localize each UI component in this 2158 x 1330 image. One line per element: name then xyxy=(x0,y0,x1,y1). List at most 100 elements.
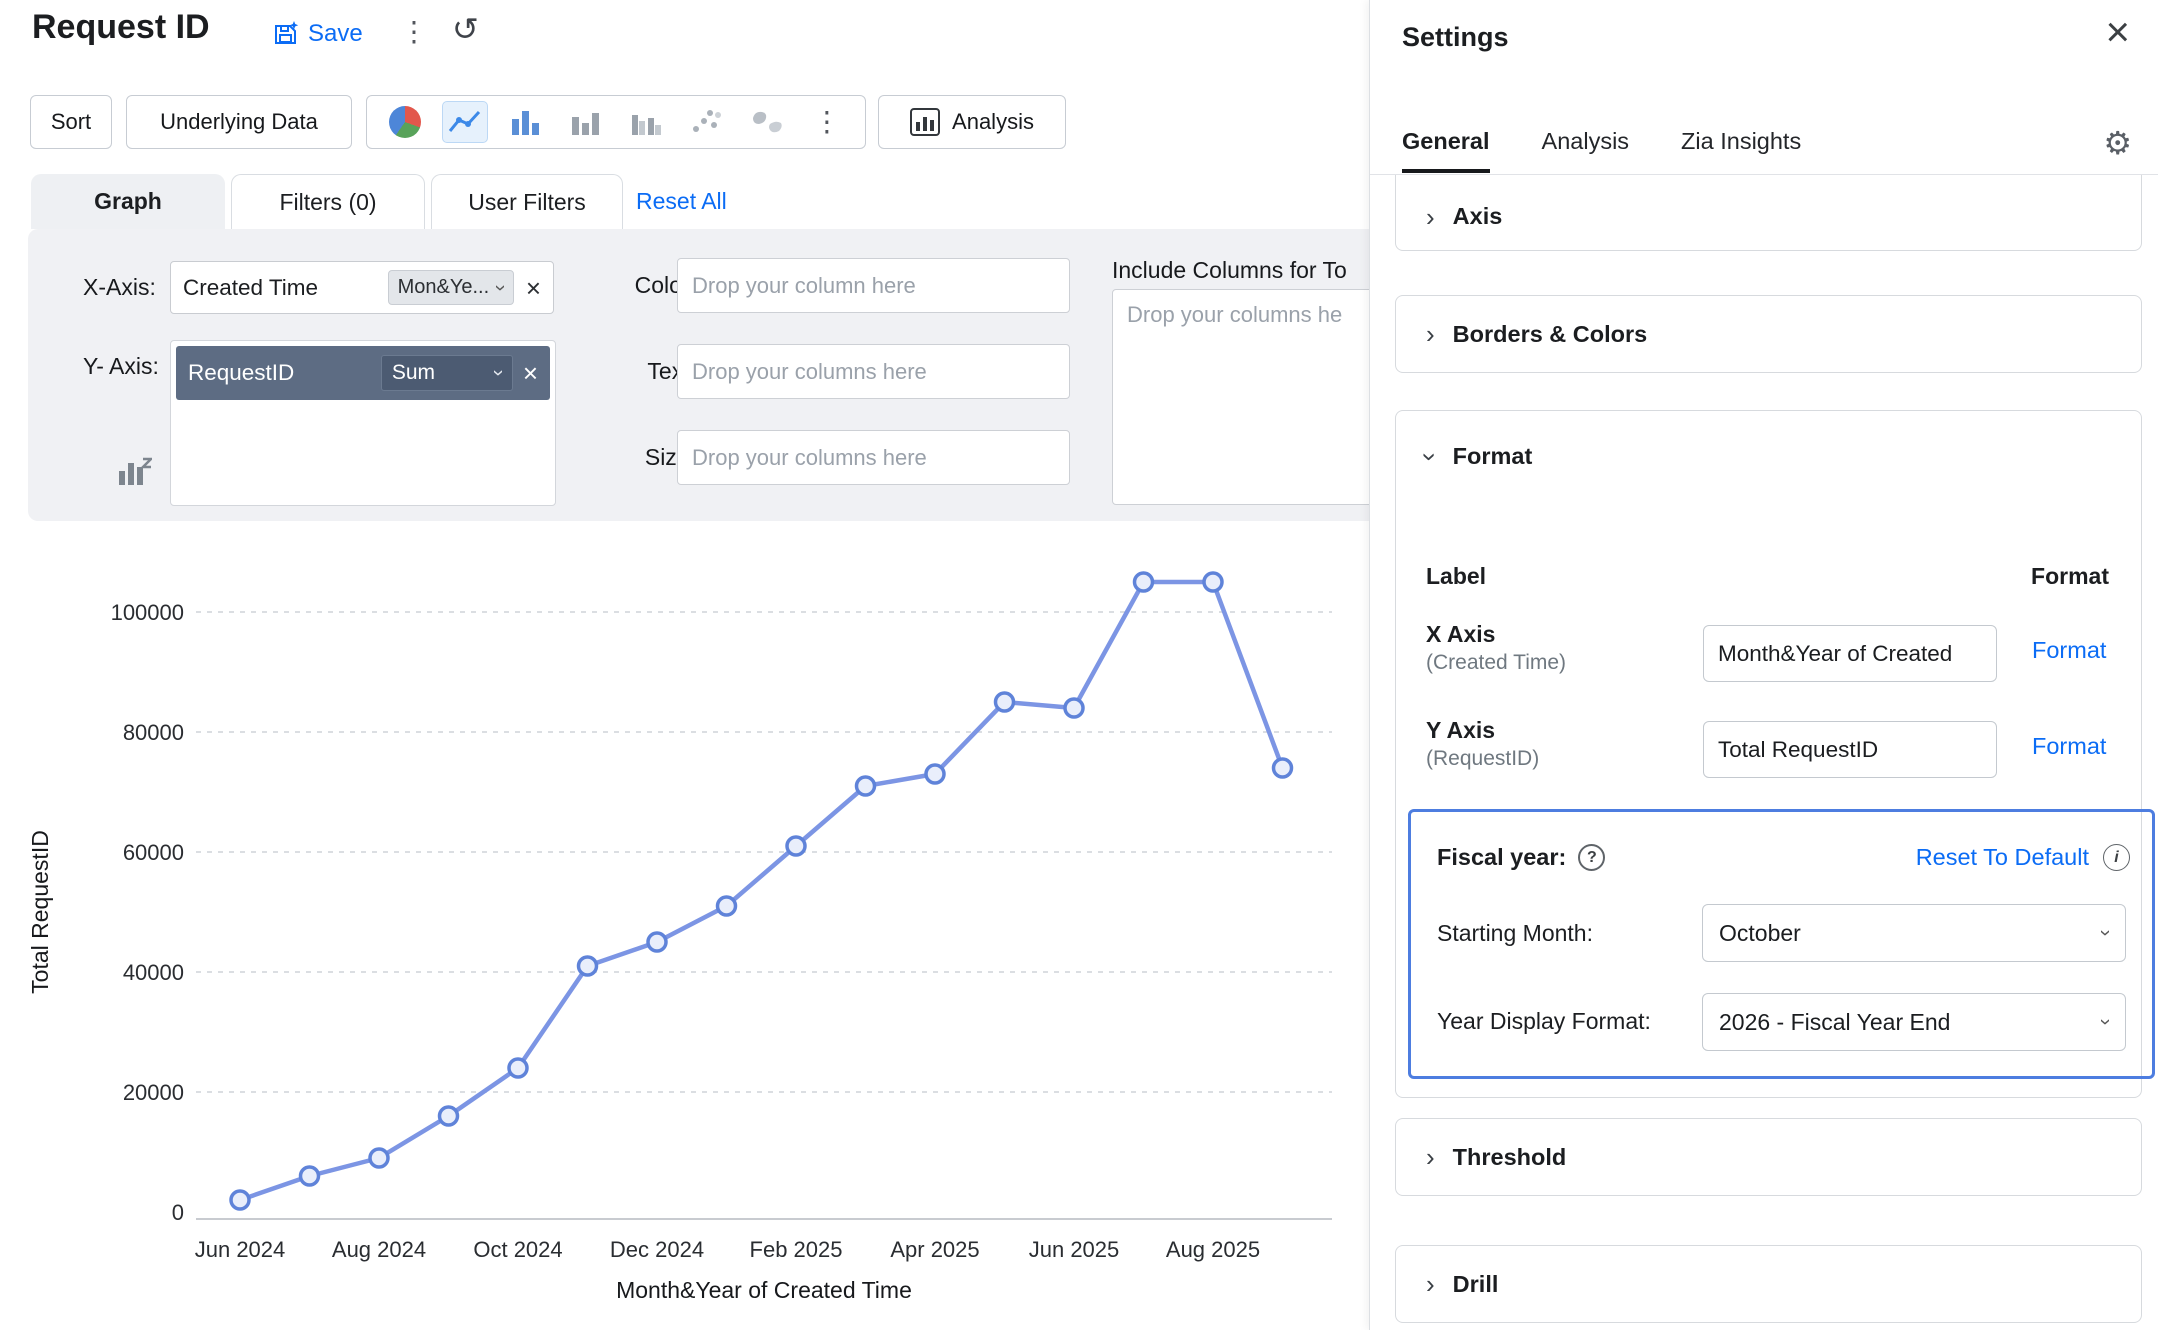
settings-content: › Axis › Borders & Colors › Format Label… xyxy=(1370,175,2158,1330)
data-point-marker[interactable] xyxy=(1065,699,1083,717)
pie-chart-icon[interactable] xyxy=(382,101,428,143)
analysis-button[interactable]: Analysis xyxy=(878,95,1066,149)
scatter-chart-glyph xyxy=(690,107,722,137)
starting-month-value: October xyxy=(1719,920,1801,947)
undo-icon[interactable]: ↺ xyxy=(452,10,479,48)
save-label: Save xyxy=(308,20,363,48)
section-drill[interactable]: › Drill xyxy=(1395,1245,2142,1323)
settings-tabs: General Analysis Zia Insights xyxy=(1402,128,1801,173)
chevron-down-icon: › xyxy=(488,370,508,377)
tab-user-filters-label: User Filters xyxy=(468,189,586,216)
line-chart-icon[interactable] xyxy=(442,101,488,143)
scatter-chart-icon[interactable] xyxy=(683,101,729,143)
data-point-marker[interactable] xyxy=(370,1149,388,1167)
section-axis-header[interactable]: › Axis xyxy=(1426,203,1502,230)
app-root: { "header": { "title": "Request ID", "sa… xyxy=(0,0,2158,1330)
year-display-format-dropdown[interactable]: 2026 - Fiscal Year End › xyxy=(1702,993,2126,1051)
data-point-marker[interactable] xyxy=(301,1167,319,1185)
section-threshold[interactable]: › Threshold xyxy=(1395,1118,2142,1196)
color-drop-target[interactable]: Drop your column here xyxy=(677,258,1070,313)
close-icon[interactable]: × xyxy=(2105,8,2130,56)
page-title: Request ID xyxy=(32,8,210,47)
help-icon[interactable]: ? xyxy=(1578,844,1605,871)
more-options-icon[interactable]: ⋮ xyxy=(400,18,428,46)
axis-config-panel: X-Axis: Created Time Mon&Ye... › × Y- Ax… xyxy=(28,229,1540,521)
tab-filters[interactable]: Filters (0) xyxy=(231,174,425,229)
bar-chart-icon[interactable] xyxy=(503,101,549,143)
data-point-marker[interactable] xyxy=(509,1059,527,1077)
x-axis-field-pill[interactable]: Created Time Mon&Ye... › × xyxy=(170,261,554,314)
reset-to-default-link[interactable]: Reset To Default xyxy=(1916,844,2089,871)
more-chart-types-icon[interactable]: ⋮ xyxy=(804,101,850,143)
y-axis-format-link[interactable]: Format xyxy=(2032,733,2106,760)
settings-tab-general[interactable]: General xyxy=(1402,128,1490,173)
year-display-format-label: Year Display Format: xyxy=(1437,1008,1651,1035)
chevron-down-icon: › xyxy=(2096,1019,2116,1026)
starting-month-dropdown[interactable]: October › xyxy=(1702,904,2126,962)
y-field-remove-icon[interactable]: × xyxy=(523,360,538,386)
y-axis-options-icon[interactable] xyxy=(116,455,152,489)
x-axis-label: X-Axis: xyxy=(83,274,156,301)
info-icon[interactable]: i xyxy=(2103,844,2130,871)
y-function-dropdown[interactable]: Sum › xyxy=(381,355,513,391)
y-axis-drop-area[interactable]: RequestID Sum › × xyxy=(170,340,556,506)
chevron-down-icon: › xyxy=(490,284,510,291)
sort-button[interactable]: Sort xyxy=(30,95,112,149)
section-drill-label: Drill xyxy=(1453,1271,1499,1298)
reset-all-link[interactable]: Reset All xyxy=(636,174,727,229)
fiscal-year-row: Fiscal year: ? xyxy=(1437,844,1605,871)
info-glyph: i xyxy=(2114,849,2118,867)
tab-filters-label: Filters (0) xyxy=(279,189,376,216)
data-point-marker[interactable] xyxy=(787,837,805,855)
column-chart-icon[interactable] xyxy=(563,101,609,143)
data-point-marker[interactable] xyxy=(718,897,736,915)
year-display-format-value: 2026 - Fiscal Year End xyxy=(1719,1009,1950,1036)
data-point-marker[interactable] xyxy=(1204,573,1222,591)
y-tick-label: 20000 xyxy=(123,1080,184,1105)
section-borders-colors[interactable]: › Borders & Colors xyxy=(1395,295,2142,373)
data-point-marker[interactable] xyxy=(857,777,875,795)
x-field-remove-icon[interactable]: × xyxy=(526,275,541,301)
format-column-header: Format xyxy=(2031,563,2109,590)
chevron-right-icon: › xyxy=(1426,1144,1435,1170)
data-point-marker[interactable] xyxy=(1135,573,1153,591)
y-axis-label-input[interactable]: Total RequestID xyxy=(1703,721,1997,778)
y-axis-row-label: Y Axis xyxy=(1426,717,1495,744)
section-format-header[interactable]: › Format xyxy=(1426,443,1532,470)
settings-tab-analysis[interactable]: Analysis xyxy=(1542,128,1630,173)
map-chart-icon[interactable] xyxy=(744,101,790,143)
size-drop-target[interactable]: Drop your columns here xyxy=(677,430,1070,485)
settings-tab-zia-insights[interactable]: Zia Insights xyxy=(1681,128,1801,173)
data-point-marker[interactable] xyxy=(926,765,944,783)
y-axis-field-pill[interactable]: RequestID Sum › × xyxy=(176,346,550,400)
underlying-data-button[interactable]: Underlying Data xyxy=(126,95,352,149)
x-axis-label-input[interactable]: Month&Year of Created xyxy=(1703,625,1997,682)
text-drop-target[interactable]: Drop your columns here xyxy=(677,344,1070,399)
tab-user-filters[interactable]: User Filters xyxy=(431,174,623,229)
line-chart[interactable]: 020000400006000080000100000Jun 2024Aug 2… xyxy=(0,540,1400,1330)
data-point-marker[interactable] xyxy=(648,933,666,951)
x-axis-format-link[interactable]: Format xyxy=(2032,637,2106,664)
data-point-marker[interactable] xyxy=(996,693,1014,711)
data-point-marker[interactable] xyxy=(579,957,597,975)
x-tick-label: Dec 2024 xyxy=(610,1237,704,1262)
data-point-marker[interactable] xyxy=(1274,759,1292,777)
label-column-header: Label xyxy=(1426,563,1486,590)
chevron-right-icon: › xyxy=(1426,204,1435,230)
column-chart-glyph xyxy=(570,107,602,137)
stacked-bar-chart-glyph xyxy=(630,107,662,137)
chevron-right-icon: › xyxy=(1426,1271,1435,1297)
chevron-right-icon: › xyxy=(1426,321,1435,347)
color-placeholder: Drop your column here xyxy=(692,273,916,299)
settings-gear-icon[interactable]: ⚙ xyxy=(2103,124,2132,162)
data-point-marker[interactable] xyxy=(440,1107,458,1125)
section-axis[interactable]: › Axis xyxy=(1395,175,2142,251)
save-button[interactable]: Save xyxy=(272,20,363,48)
section-format-label: Format xyxy=(1453,443,1533,470)
x-function-dropdown[interactable]: Mon&Ye... › xyxy=(388,270,514,305)
y-axis-row-sublabel: (RequestID) xyxy=(1426,747,1539,771)
data-point-marker[interactable] xyxy=(231,1191,249,1209)
stacked-bar-chart-icon[interactable] xyxy=(623,101,669,143)
text-placeholder: Drop your columns here xyxy=(692,359,927,385)
tab-graph[interactable]: Graph xyxy=(31,174,225,229)
